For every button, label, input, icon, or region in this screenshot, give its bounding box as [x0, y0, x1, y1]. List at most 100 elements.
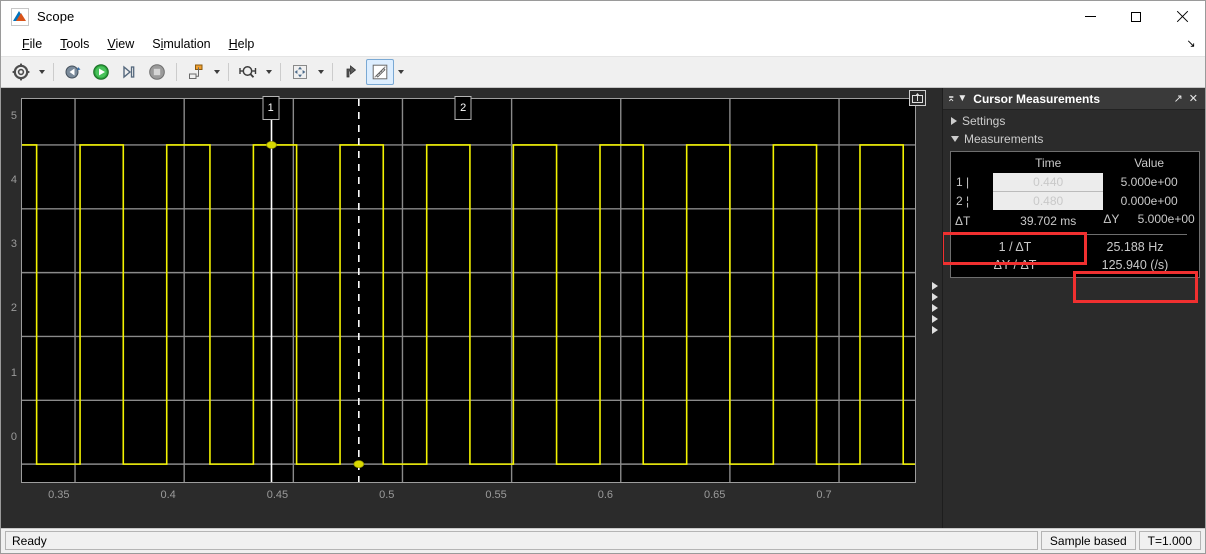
signal-selection-caret[interactable] — [210, 60, 223, 84]
delta-t-value: 39.702 ms — [1020, 214, 1077, 228]
menu-file[interactable]: File — [13, 35, 51, 53]
plot-wrapper: 5 4 3 2 1 0 0.35 0.4 0.45 0.5 0.55 0.6 0… — [11, 96, 916, 501]
run-back-to-start-button[interactable] — [59, 59, 87, 85]
maximize-icon — [1131, 11, 1141, 22]
stop-icon — [149, 64, 165, 80]
y-tick-label: 1 — [10, 366, 17, 379]
cursor-1-time[interactable]: 0.440 — [993, 173, 1104, 192]
x-tick-label: 0.5 — [379, 489, 395, 501]
cursor-measurements-icon — [372, 64, 388, 80]
minimize-button[interactable] — [1067, 1, 1113, 32]
table-row: 2 ¦ 0.480 0.000e+00 — [955, 191, 1195, 210]
run-button[interactable] — [87, 59, 115, 85]
menu-simulation[interactable]: Simulation — [143, 35, 219, 53]
x-tick-label: 0.6 — [597, 489, 613, 501]
col-value-header: Value — [1134, 156, 1165, 170]
cursor-1-marker: 1 | — [956, 175, 970, 190]
zoom-in-x-caret[interactable] — [262, 60, 275, 84]
rewind-icon — [65, 65, 81, 79]
minimize-icon — [1084, 16, 1096, 17]
toolbar-separator — [332, 63, 333, 81]
x-tick-label: 0.55 — [485, 489, 507, 501]
cursor-measurements-body: Settings Measurements Time Value 1 | 0.4… — [943, 110, 1205, 528]
cursor-2-marker: 2 ¦ — [956, 193, 970, 208]
cursor-measurements-button[interactable] — [366, 59, 394, 85]
close-button[interactable] — [1159, 1, 1205, 32]
splitter-grip — [932, 282, 938, 334]
cursor-tag-2[interactable]: 2 — [454, 96, 472, 120]
stop-button[interactable] — [143, 59, 171, 85]
panel-close-icon[interactable]: ✕ — [1186, 92, 1201, 105]
x-tick-label: 0.45 — [266, 489, 289, 501]
cursor-1-value: 5.000e+00 — [1120, 175, 1178, 190]
cursor-tag-1[interactable]: 1 — [262, 96, 280, 120]
autoscale-button[interactable] — [286, 59, 314, 85]
table-header-row: Time Value — [955, 155, 1195, 173]
y-tick-label: 5 — [10, 109, 17, 122]
x-tick-label: 0.65 — [703, 489, 726, 501]
measurements-table: Time Value 1 | 0.440 5.000e+00 2 ¦ 0.480… — [955, 155, 1195, 228]
signal-selection-button[interactable] — [182, 59, 210, 85]
waveform-svg — [22, 99, 915, 482]
measurements-box: Time Value 1 | 0.440 5.000e+00 2 ¦ 0.480… — [943, 151, 1200, 303]
maximize-axes-button[interactable] — [909, 90, 926, 106]
inv-delta-t-row: 1 / ΔT 25.188 Hz — [955, 240, 1195, 254]
matlab-scope-icon — [11, 7, 29, 26]
slope-row: ΔY / ΔT 125.940 (/s) — [955, 258, 1195, 272]
cursor-measurements-title: Cursor Measurements — [973, 91, 1101, 106]
toolbar-separator — [280, 63, 281, 81]
slope-label: ΔY / ΔT — [993, 258, 1037, 272]
delta-y-cell: ΔY 5.000e+00 — [1103, 210, 1195, 228]
zoom-in-x-button[interactable] — [234, 59, 262, 85]
plot-canvas[interactable] — [21, 98, 916, 483]
slope-value: 125.940 (/s) — [1101, 258, 1169, 272]
col-marker-header — [955, 155, 993, 173]
autoscale-caret[interactable] — [314, 60, 327, 84]
cursor-measurements-panel: ⌆ ▼ Cursor Measurements ↗ ✕ Settings Mea… — [942, 88, 1205, 528]
status-bar: Ready Sample based T=1.000 — [1, 528, 1205, 553]
autoscale-icon — [293, 65, 307, 79]
undock-icon[interactable]: ↗ — [1171, 92, 1186, 105]
delta-t-label: ΔT — [955, 214, 971, 228]
maximize-axes-icon — [912, 93, 923, 103]
close-icon — [1176, 10, 1189, 23]
status-sample-mode: Sample based — [1040, 531, 1136, 550]
delta-row: ΔT 39.702 ms ΔY 5.000e+00 — [955, 210, 1195, 228]
maximize-button[interactable] — [1113, 1, 1159, 32]
highlight-signal-icon — [346, 65, 357, 78]
measurements-section-toggle[interactable]: Measurements — [947, 130, 1201, 148]
chevron-down-icon — [951, 136, 959, 142]
cursor-2-time[interactable]: 0.480 — [993, 191, 1104, 210]
y-tick-label: 0 — [10, 430, 17, 443]
signal-select-icon — [189, 64, 203, 79]
delta-y-value: 5.000e+00 — [1137, 212, 1195, 226]
step-forward-button[interactable] — [115, 59, 143, 85]
menu-help[interactable]: Help — [220, 35, 264, 53]
plot-area: 5 4 3 2 1 0 0.35 0.4 0.45 0.5 0.55 0.6 0… — [1, 88, 928, 528]
play-icon — [93, 64, 109, 80]
x-tick-label: 0.35 — [48, 489, 70, 501]
settings-section-toggle[interactable]: Settings — [947, 112, 1201, 130]
table-row: 1 | 0.440 5.000e+00 — [955, 173, 1195, 192]
chevron-down-icon[interactable]: ▼ — [957, 93, 967, 104]
menu-view[interactable]: View — [98, 35, 143, 53]
annotation-box-inv-delta-t — [1073, 271, 1198, 303]
window-controls — [1067, 1, 1205, 32]
window-title: Scope — [37, 9, 75, 24]
pin-icon[interactable]: ⌆ — [947, 93, 955, 104]
zoom-x-icon — [239, 66, 257, 78]
gear-icon — [12, 63, 30, 81]
configuration-properties-caret[interactable] — [35, 60, 48, 84]
configuration-properties-button[interactable] — [7, 59, 35, 85]
y-tick-label: 3 — [10, 238, 17, 251]
cursor-measurements-caret[interactable] — [394, 60, 407, 84]
x-tick-label: 0.7 — [816, 489, 832, 501]
menu-tools[interactable]: Tools — [51, 35, 98, 53]
menu-overflow-icon[interactable]: ↘ — [1183, 35, 1199, 51]
panel-splitter[interactable] — [928, 88, 942, 528]
status-time: T=1.000 — [1138, 531, 1201, 550]
menu-bar: File Tools View Simulation Help ↘ — [1, 32, 1205, 57]
status-message: Ready — [5, 531, 1038, 550]
highlight-signal-button[interactable] — [338, 59, 366, 85]
chevron-right-icon — [951, 117, 957, 125]
